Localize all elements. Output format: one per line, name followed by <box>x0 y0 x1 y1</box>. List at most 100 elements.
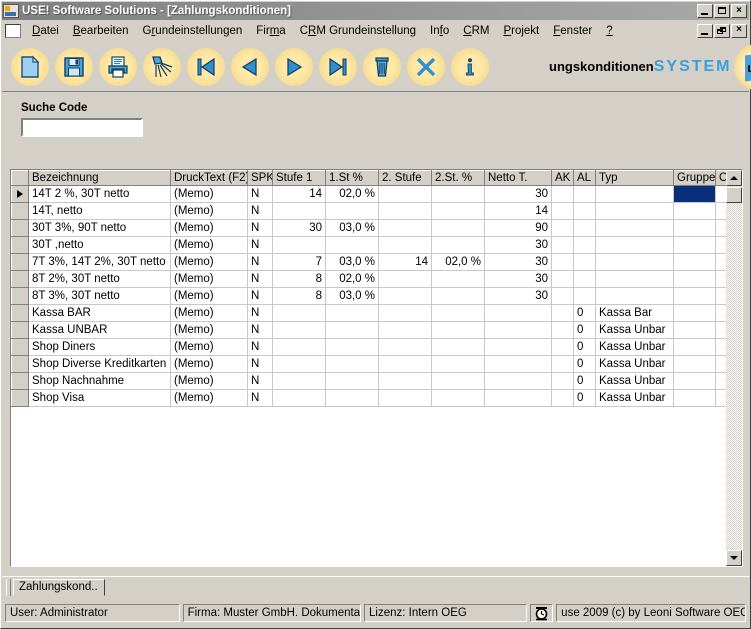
column-header-spk[interactable]: SPK <box>247 170 273 186</box>
cell-stufe1[interactable]: 30 <box>272 219 326 237</box>
cell-st2proz[interactable] <box>431 185 485 203</box>
cell-st1proz[interactable] <box>325 338 379 356</box>
cell-spk[interactable]: N <box>247 355 273 373</box>
cell-al[interactable]: 0 <box>573 338 596 356</box>
cell-typ[interactable] <box>595 236 674 254</box>
cell-al[interactable] <box>573 185 596 203</box>
cell-drucktext[interactable]: (Memo) <box>170 287 248 305</box>
scroll-down-icon[interactable] <box>726 550 742 566</box>
cell-bezeichnung[interactable]: Kassa UNBAR <box>28 321 171 339</box>
cell-spk[interactable]: N <box>247 372 273 390</box>
cell-stufe2[interactable] <box>378 219 432 237</box>
cell-stufe2[interactable] <box>378 372 432 390</box>
cell-stufe1[interactable]: 8 <box>272 270 326 288</box>
new-document-button[interactable] <box>11 47 49 86</box>
cell-nettot[interactable] <box>484 355 552 373</box>
table-row[interactable]: Kassa UNBAR (Memo) N 0 Kassa Unbar <box>11 321 742 339</box>
cell-stufe1[interactable]: 8 <box>272 287 326 305</box>
cell-stufe1[interactable] <box>272 321 326 339</box>
cancel-button[interactable] <box>407 47 445 86</box>
row-selector-cell[interactable] <box>11 202 29 220</box>
menu-item-bearbeiten[interactable]: Bearbeiten <box>66 23 136 39</box>
cell-st2proz[interactable] <box>431 287 485 305</box>
cell-spk[interactable]: N <box>247 219 273 237</box>
cell-spk[interactable]: N <box>247 304 273 322</box>
cell-stufe1[interactable] <box>272 236 326 254</box>
cell-typ[interactable]: Kassa Bar <box>595 304 674 322</box>
cell-bezeichnung[interactable]: 8T 2%, 30T netto <box>28 270 171 288</box>
scrollbar-track[interactable] <box>726 186 742 550</box>
column-header-ak[interactable]: AK <box>551 170 574 186</box>
cell-drucktext[interactable]: (Memo) <box>170 219 248 237</box>
cell-stufe2[interactable] <box>378 185 432 203</box>
table-row[interactable]: Shop Nachnahme (Memo) N 0 Kassa Unbar <box>11 372 742 390</box>
cell-ak[interactable] <box>551 355 574 373</box>
cell-stufe2[interactable] <box>378 287 432 305</box>
cell-al[interactable]: 0 <box>573 372 596 390</box>
cell-stufe2[interactable] <box>378 202 432 220</box>
cell-typ[interactable]: Kassa Unbar <box>595 338 674 356</box>
cell-stufe2[interactable] <box>378 355 432 373</box>
column-header-st2-prozent[interactable]: 2.St. % <box>431 170 485 186</box>
cell-nettot[interactable]: 30 <box>484 236 552 254</box>
cell-nettot[interactable]: 30 <box>484 253 552 271</box>
table-row[interactable]: 30T 3%, 90T netto (Memo) N 30 03,0 % 90 <box>11 219 742 237</box>
menu-item-crm[interactable]: CRM <box>456 23 496 39</box>
cell-nettot[interactable]: 30 <box>484 287 552 305</box>
print-button[interactable] <box>99 47 137 86</box>
cell-stufe2[interactable]: 14 <box>378 253 432 271</box>
table-row[interactable]: 8T 2%, 30T netto (Memo) N 8 02,0 % 30 <box>11 270 742 288</box>
cell-st1proz[interactable]: 02,0 % <box>325 185 379 203</box>
row-selector-cell[interactable] <box>11 304 29 322</box>
clock-icon[interactable] <box>530 604 554 622</box>
column-header-netto-t[interactable]: Netto T. <box>484 170 552 186</box>
row-selector-cell[interactable] <box>11 270 29 288</box>
cell-nettot[interactable] <box>484 338 552 356</box>
menu-item-crm-grundeinstellung[interactable]: CRM Grundeinstellung <box>293 23 423 39</box>
row-selector-cell[interactable] <box>11 236 29 254</box>
cell-gruppe[interactable] <box>673 355 716 373</box>
cell-st1proz[interactable]: 03,0 % <box>325 253 379 271</box>
cell-nettot[interactable]: 90 <box>484 219 552 237</box>
cell-nettot[interactable] <box>484 389 552 407</box>
cell-drucktext[interactable]: (Memo) <box>170 253 248 271</box>
cell-st1proz[interactable] <box>325 202 379 220</box>
table-row[interactable]: 30T ,netto (Memo) N 30 <box>11 236 742 254</box>
column-header-drucktext[interactable]: DruckText (F2) <box>170 170 248 186</box>
cell-ak[interactable] <box>551 338 574 356</box>
column-header-bezeichnung[interactable]: Bezeichnung <box>28 170 171 186</box>
cell-bezeichnung[interactable]: Kassa BAR <box>28 304 171 322</box>
table-row[interactable]: Shop Diverse Kreditkarten (Memo) N 0 Kassa U… <box>11 355 742 373</box>
cell-nettot[interactable] <box>484 321 552 339</box>
cell-nettot[interactable] <box>484 304 552 322</box>
cell-st2proz[interactable] <box>431 219 485 237</box>
cell-nettot[interactable] <box>484 372 552 390</box>
child-close-button[interactable]: × <box>731 23 747 38</box>
cell-st1proz[interactable] <box>325 304 379 322</box>
cell-st2proz[interactable] <box>431 338 485 356</box>
menu-item-firma[interactable]: Firma <box>249 23 292 39</box>
cell-spk[interactable]: N <box>247 389 273 407</box>
cell-st2proz[interactable]: 02,0 % <box>431 253 485 271</box>
table-row[interactable]: 7T 3%, 14T 2%, 30T netto (Memo) N 7 03,0 % 14… <box>11 253 742 271</box>
scroll-up-icon[interactable] <box>726 170 742 186</box>
cell-st2proz[interactable] <box>431 372 485 390</box>
column-header-typ[interactable]: Typ <box>595 170 674 186</box>
cell-typ[interactable] <box>595 287 674 305</box>
cell-stufe2[interactable] <box>378 304 432 322</box>
menu-item-info[interactable]: Info <box>423 23 456 39</box>
last-record-button[interactable] <box>319 47 357 86</box>
cell-spk[interactable]: N <box>247 236 273 254</box>
cell-typ[interactable] <box>595 219 674 237</box>
cell-gruppe[interactable] <box>673 287 716 305</box>
cell-stufe1[interactable] <box>272 338 326 356</box>
cell-typ[interactable] <box>595 270 674 288</box>
cell-stufe2[interactable] <box>378 338 432 356</box>
menu-item-projekt[interactable]: Projekt <box>496 23 546 39</box>
first-record-button[interactable] <box>187 47 225 86</box>
menu-item-grundeinstellungen[interactable]: Grundeinstellungen <box>136 23 250 39</box>
close-button[interactable]: × <box>731 4 747 18</box>
cell-typ[interactable]: Kassa Unbar <box>595 321 674 339</box>
payment-conditions-grid[interactable]: Bezeichnung DruckText (F2) SPK Stufe 1 1… <box>10 169 743 567</box>
cell-gruppe[interactable] <box>673 338 716 356</box>
